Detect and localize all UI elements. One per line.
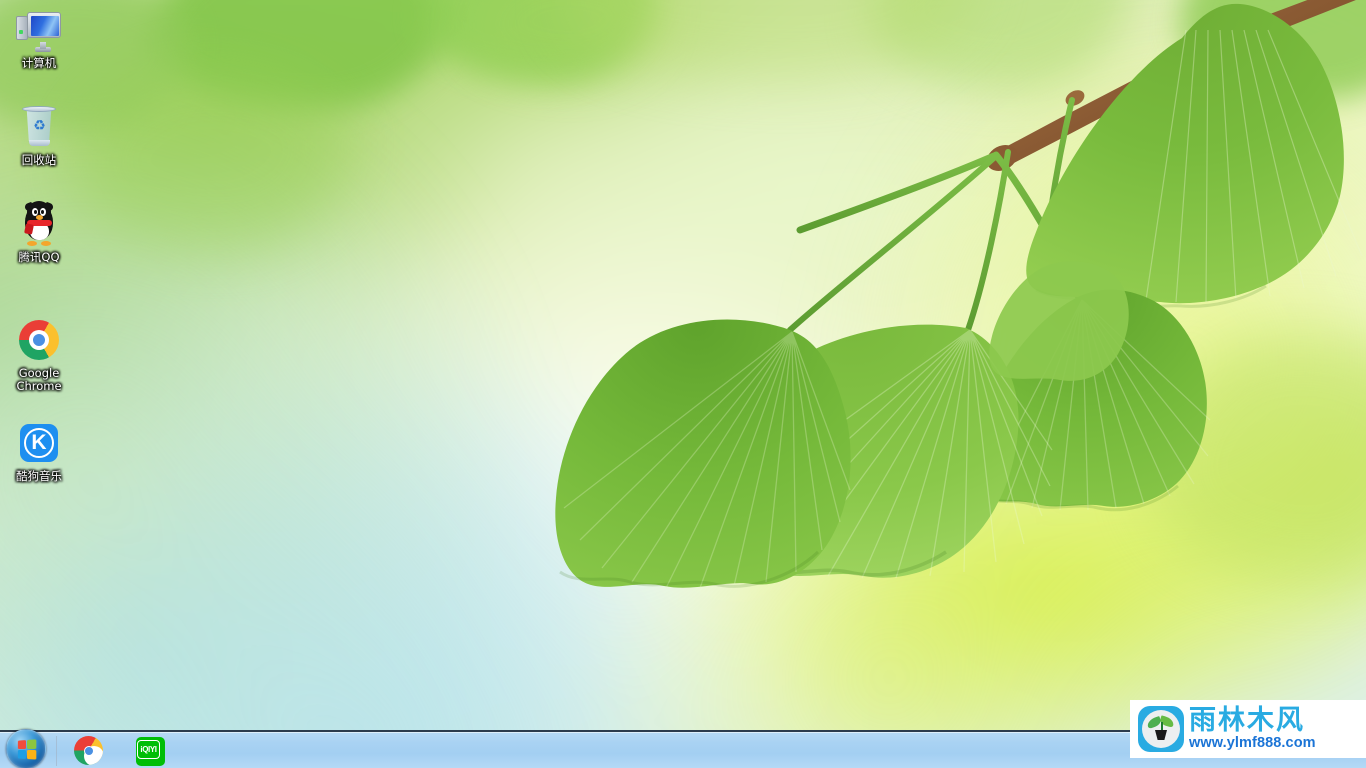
taskbar-item-iqiyi[interactable]: iQIYI	[134, 735, 168, 767]
desktop-icon-label: Google Chrome	[16, 366, 62, 393]
start-button[interactable]	[6, 729, 46, 768]
qq-penguin-icon	[15, 200, 63, 248]
desktop-wallpaper	[0, 0, 1366, 768]
chrome-icon	[15, 316, 63, 364]
watermark-brand-name: 雨林木风	[1189, 705, 1305, 736]
desktop-icon-label: 酷狗音乐	[16, 469, 62, 483]
brand-watermark: 雨林木风 www.ylmf888.com	[1130, 700, 1366, 758]
desktop-icon-google-chrome[interactable]: Google Chrome	[0, 316, 78, 393]
desktop-icon-label: 计算机	[21, 56, 57, 70]
chrome-icon	[72, 735, 106, 767]
desktop-icon-recycle-bin[interactable]: ♻ 回收站	[0, 103, 78, 167]
iqiyi-icon-text: iQIYI	[140, 745, 157, 754]
ginkgo-leaves-illustration	[555, 0, 1363, 589]
desktop-icon-label: 回收站	[21, 153, 57, 167]
kugou-k-icon: K	[15, 419, 63, 467]
taskbar-item-chrome[interactable]	[72, 735, 106, 767]
watermark-url: www.ylmf888.com	[1189, 735, 1316, 751]
windows-orb-icon	[17, 739, 38, 760]
desktop[interactable]: 计算机 ♻ 回收站 腾讯QQ Google Chrome K 酷狗音乐 iQIY…	[0, 0, 1366, 768]
sprout-icon	[1138, 706, 1184, 752]
taskbar-divider	[56, 736, 57, 766]
computer-icon	[15, 6, 63, 54]
desktop-icon-label: 腾讯QQ	[18, 250, 60, 264]
desktop-icon-computer[interactable]: 计算机	[0, 6, 78, 70]
iqiyi-icon: iQIYI	[134, 735, 168, 767]
desktop-icon-kugou-music[interactable]: K 酷狗音乐	[0, 419, 78, 483]
desktop-icon-tencent-qq[interactable]: 腾讯QQ	[0, 200, 78, 264]
recycle-bin-icon: ♻	[15, 103, 63, 151]
